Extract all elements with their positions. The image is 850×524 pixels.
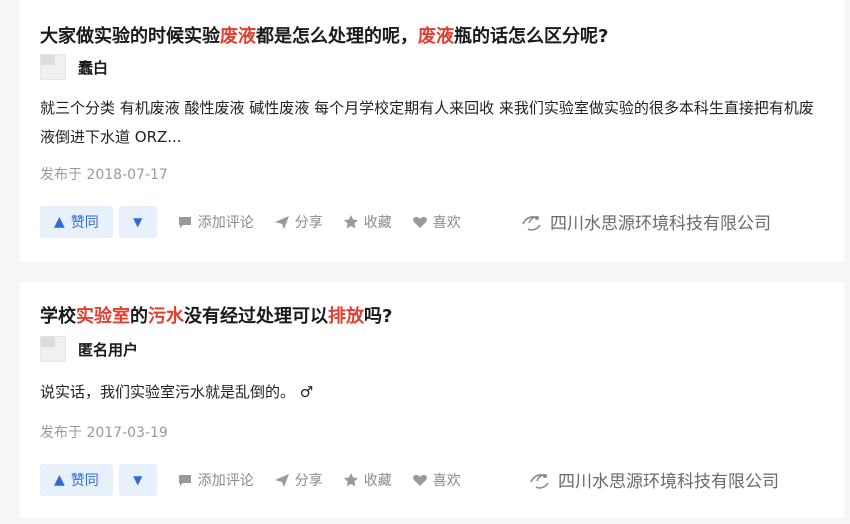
triangle-down-icon: ▼ [133,473,143,487]
upvote-button[interactable]: ▲ 赞同 [40,206,113,238]
author-name[interactable]: 匿名用户 [78,339,138,360]
heart-icon [412,474,427,486]
heart-icon [412,216,427,228]
answer-card: 学校实验室的污水没有经过处理可以排放吗? 匿名用户 说实话，我们实验室污水就是乱… [20,282,844,518]
comment-icon [178,475,191,486]
publish-date: 发布于 2017-03-19 [40,425,168,441]
company-logo-icon [530,473,549,489]
answer-card: 大家做实验的时候实验废液都是怎么处理的呢，废液瓶的话怎么区分呢? 蠢白 就三个分… [20,0,844,262]
watermark: 四川水思源环境科技有限公司 [528,467,779,492]
share-icon [274,474,289,487]
avatar[interactable] [40,54,66,80]
downvote-button[interactable]: ▼ [118,206,157,238]
downvote-button[interactable]: ▼ [118,464,157,496]
add-comment-button[interactable]: 添加评论 [177,212,254,232]
author-info: 匿名用户 [40,335,138,363]
star-icon [343,215,358,229]
like-button[interactable]: 喜欢 [412,212,461,232]
publish-date: 发布于 2018-07-17 [40,167,168,183]
action-bar: ▲ 赞同 ▼ 添加评论 分享 收藏 喜欢 [40,206,461,238]
add-comment-button[interactable]: 添加评论 [177,470,254,490]
author-name[interactable]: 蠢白 [78,57,108,78]
triangle-up-icon: ▲ [54,472,65,488]
avatar[interactable] [40,336,66,362]
collect-button[interactable]: 收藏 [343,212,392,232]
action-bar: ▲ 赞同 ▼ 添加评论 分享 收藏 喜欢 [40,464,461,496]
star-icon [343,473,358,487]
question-title[interactable]: 大家做实验的时候实验废液都是怎么处理的呢，废液瓶的话怎么区分呢? [40,22,608,48]
triangle-down-icon: ▼ [133,215,143,229]
share-button[interactable]: 分享 [274,212,323,232]
share-icon [274,216,289,229]
watermark: 四川水思源环境科技有限公司 [520,209,771,234]
triangle-up-icon: ▲ [54,214,65,230]
question-title[interactable]: 学校实验室的污水没有经过处理可以排放吗? [40,302,392,328]
author-info: 蠢白 [40,53,108,81]
share-button[interactable]: 分享 [274,470,323,490]
upvote-button[interactable]: ▲ 赞同 [40,464,113,496]
like-button[interactable]: 喜欢 [412,470,461,490]
answer-content[interactable]: 说实话，我们实验室污水就是乱倒的。 ♂ [40,378,820,407]
comment-icon [178,217,191,228]
collect-button[interactable]: 收藏 [343,470,392,490]
answer-content[interactable]: 就三个分类 有机废液 酸性废液 碱性废液 每个月学校定期有人来回收 来我们实验室… [40,94,820,152]
company-logo-icon [522,215,541,231]
